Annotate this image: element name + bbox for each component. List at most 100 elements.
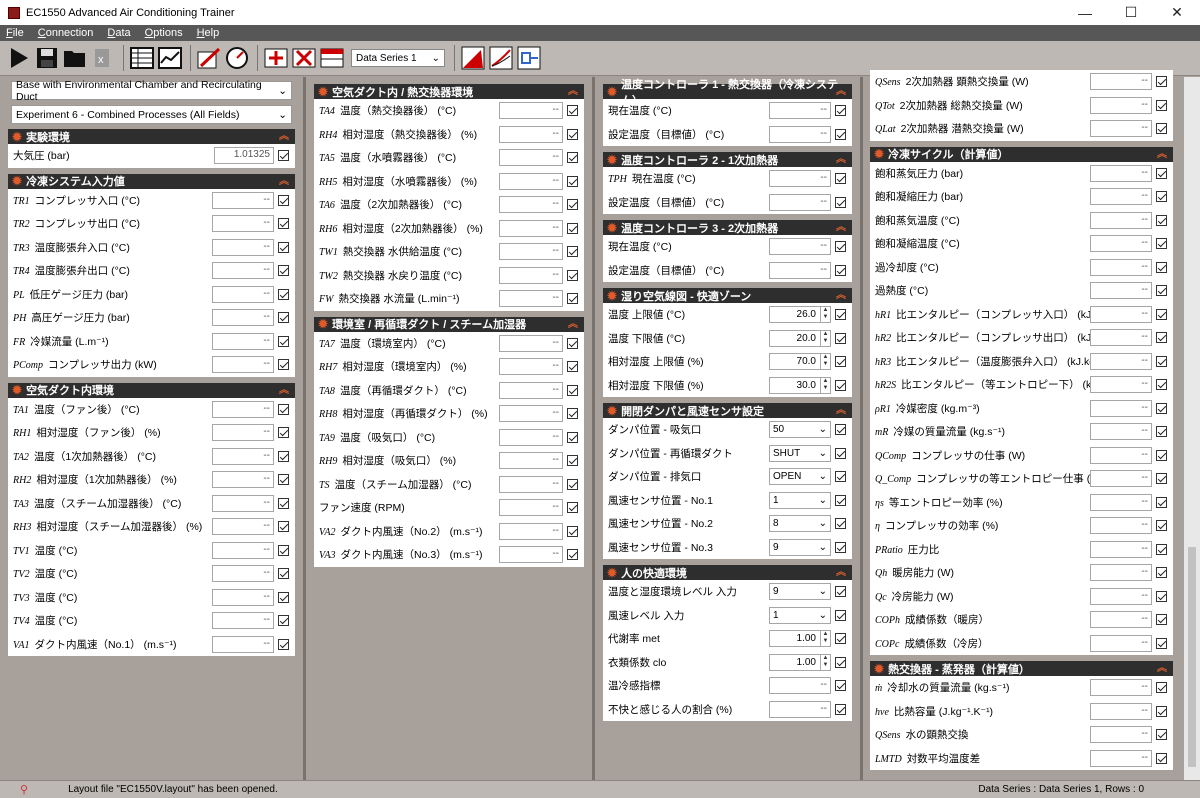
log-checkbox[interactable] bbox=[567, 222, 578, 234]
dropdown-input[interactable]: 9 ⌄ bbox=[769, 538, 831, 556]
log-checkbox[interactable] bbox=[1156, 99, 1167, 111]
gauge-icon[interactable] bbox=[224, 45, 250, 71]
log-checkbox[interactable] bbox=[278, 265, 289, 277]
numeric-input[interactable]: 20.0 ▲ ▼ bbox=[769, 329, 831, 347]
log-checkbox[interactable] bbox=[278, 544, 289, 556]
dropdown-input[interactable]: 8 ⌄ bbox=[769, 515, 831, 533]
log-checkbox[interactable] bbox=[278, 218, 289, 230]
panel-header[interactable]: ✹ 冷凍システム入力値 ︽ bbox=[8, 173, 295, 189]
log-checkbox[interactable] bbox=[1156, 614, 1167, 626]
log-checkbox[interactable] bbox=[278, 638, 289, 650]
dropdown-input[interactable]: 50 ⌄ bbox=[769, 421, 831, 439]
log-checkbox[interactable] bbox=[1156, 520, 1167, 532]
table-view-icon[interactable] bbox=[129, 45, 155, 71]
panel-header[interactable]: ✹ 空気ダクト内環境 ︽ bbox=[8, 382, 295, 398]
log-checkbox[interactable] bbox=[567, 175, 578, 187]
scrollbar-thumb[interactable] bbox=[1188, 547, 1196, 767]
panel-header[interactable]: ✹ 熱交換器 - 蒸発器（計算値） ︽ bbox=[870, 661, 1173, 676]
panel-header[interactable]: ✹ 開閉ダンパと風速センサ設定 ︽ bbox=[603, 403, 852, 418]
spinner-arrows-icon[interactable]: ▲ ▼ bbox=[820, 377, 830, 393]
vertical-scrollbar[interactable] bbox=[1184, 77, 1200, 780]
psychrometric-lines-icon[interactable] bbox=[488, 45, 514, 71]
numeric-input[interactable]: 1.00 ▲ ▼ bbox=[769, 630, 831, 648]
log-checkbox[interactable] bbox=[1156, 76, 1167, 88]
log-checkbox[interactable] bbox=[567, 431, 578, 443]
log-checkbox[interactable] bbox=[567, 337, 578, 349]
log-checkbox[interactable] bbox=[567, 502, 578, 514]
log-checkbox[interactable] bbox=[567, 199, 578, 211]
log-checkbox[interactable] bbox=[835, 424, 846, 436]
edit-table-icon[interactable] bbox=[196, 45, 222, 71]
spinner-arrows-icon[interactable]: ▲ ▼ bbox=[820, 307, 830, 323]
log-checkbox[interactable] bbox=[567, 105, 578, 117]
column-divider[interactable] bbox=[592, 77, 595, 780]
minimize-button[interactable]: — bbox=[1062, 0, 1108, 25]
log-checkbox[interactable] bbox=[1156, 238, 1167, 250]
panel-header[interactable]: ✹ 人の快適環境 ︽ bbox=[603, 565, 852, 580]
menu-item[interactable]: Connection bbox=[38, 27, 94, 39]
delete-row-icon[interactable] bbox=[291, 45, 317, 71]
log-checkbox[interactable] bbox=[278, 403, 289, 415]
column-divider[interactable] bbox=[860, 77, 863, 780]
panel-header[interactable]: ✹ 温度コントローラ 1 - 熱交換器（冷凍システム） ︽ bbox=[603, 79, 852, 107]
log-checkbox[interactable] bbox=[835, 264, 846, 276]
log-checkbox[interactable] bbox=[278, 241, 289, 253]
psychrometric-chart-icon[interactable] bbox=[460, 45, 486, 71]
log-checkbox[interactable] bbox=[835, 332, 846, 344]
log-checkbox[interactable] bbox=[567, 455, 578, 467]
log-checkbox[interactable] bbox=[835, 494, 846, 506]
log-checkbox[interactable] bbox=[1156, 590, 1167, 602]
panel-header[interactable]: ✹ 環境室 / 再循環ダクト / スチーム加湿器 ︽ bbox=[314, 316, 584, 332]
log-checkbox[interactable] bbox=[278, 150, 289, 162]
log-checkbox[interactable] bbox=[1156, 637, 1167, 649]
log-checkbox[interactable] bbox=[835, 379, 846, 391]
spinner-arrows-icon[interactable]: ▲ ▼ bbox=[820, 654, 830, 670]
log-checkbox[interactable] bbox=[835, 105, 846, 117]
log-checkbox[interactable] bbox=[567, 246, 578, 258]
log-checkbox[interactable] bbox=[278, 591, 289, 603]
menu-item[interactable]: Help bbox=[197, 27, 220, 39]
log-checkbox[interactable] bbox=[1156, 355, 1167, 367]
panel-header[interactable]: ✹ 実験環境 ︽ bbox=[8, 129, 295, 144]
spinner-arrows-icon[interactable]: ▲ ▼ bbox=[820, 631, 830, 647]
dropdown-input[interactable]: 1 ⌄ bbox=[769, 491, 831, 509]
log-checkbox[interactable] bbox=[567, 478, 578, 490]
column-divider[interactable] bbox=[303, 77, 306, 780]
log-checkbox[interactable] bbox=[567, 384, 578, 396]
log-checkbox[interactable] bbox=[835, 633, 846, 645]
save-icon[interactable] bbox=[34, 45, 60, 71]
log-checkbox[interactable] bbox=[1156, 705, 1167, 717]
log-checkbox[interactable] bbox=[835, 241, 846, 253]
log-checkbox[interactable] bbox=[835, 447, 846, 459]
collapse-chevron-icon[interactable]: ︽ bbox=[568, 84, 578, 99]
log-checkbox[interactable] bbox=[278, 568, 289, 580]
dropdown-input[interactable]: 1 ⌄ bbox=[769, 606, 831, 624]
collapse-chevron-icon[interactable]: ︽ bbox=[836, 288, 846, 303]
log-checkbox[interactable] bbox=[278, 450, 289, 462]
log-checkbox[interactable] bbox=[1156, 123, 1167, 135]
log-checkbox[interactable] bbox=[1156, 449, 1167, 461]
log-checkbox[interactable] bbox=[1156, 402, 1167, 414]
log-checkbox[interactable] bbox=[278, 521, 289, 533]
log-checkbox[interactable] bbox=[567, 152, 578, 164]
excel-export-icon[interactable]: x bbox=[90, 45, 116, 71]
log-checkbox[interactable] bbox=[567, 361, 578, 373]
log-checkbox[interactable] bbox=[1156, 567, 1167, 579]
log-checkbox[interactable] bbox=[567, 549, 578, 561]
schematic-icon[interactable] bbox=[516, 45, 542, 71]
log-checkbox[interactable] bbox=[835, 703, 846, 715]
graph-view-icon[interactable] bbox=[157, 45, 183, 71]
log-checkbox[interactable] bbox=[835, 196, 846, 208]
log-checkbox[interactable] bbox=[835, 609, 846, 621]
collapse-chevron-icon[interactable]: ︽ bbox=[836, 565, 846, 580]
log-checkbox[interactable] bbox=[1156, 426, 1167, 438]
dropdown-input[interactable]: OPEN ⌄ bbox=[769, 468, 831, 486]
panel-header[interactable]: ✹ 空気ダクト内 / 熱交換器環境 ︽ bbox=[314, 84, 584, 99]
run-icon[interactable] bbox=[6, 45, 32, 71]
log-checkbox[interactable] bbox=[567, 128, 578, 140]
log-checkbox[interactable] bbox=[835, 541, 846, 553]
log-checkbox[interactable] bbox=[835, 356, 846, 368]
maximize-button[interactable]: ☐ bbox=[1108, 0, 1154, 25]
log-checkbox[interactable] bbox=[278, 312, 289, 324]
collapse-chevron-icon[interactable]: ︽ bbox=[279, 383, 289, 398]
